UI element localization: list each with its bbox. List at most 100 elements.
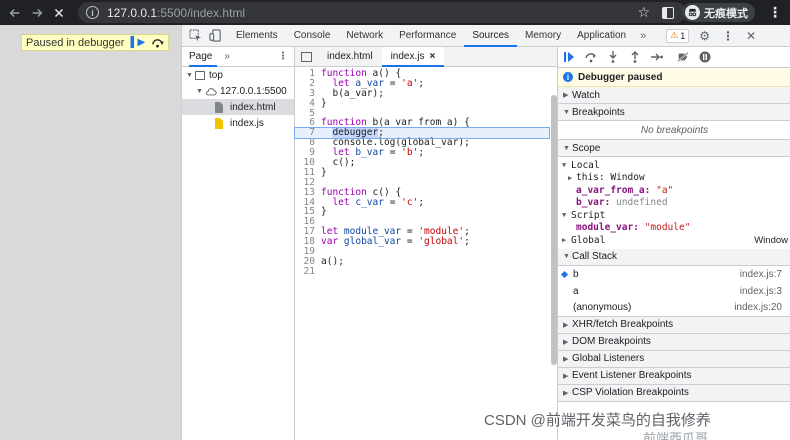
line-number[interactable]: 2 [295, 78, 321, 89]
scope-a-var-from-a[interactable]: a_var_from_a: "a" [558, 184, 790, 197]
device-toolbar-icon[interactable] [209, 29, 222, 42]
tree-item-index-html[interactable]: index.html [182, 99, 294, 115]
code-area[interactable]: 1 function a() {2 let a_var = 'a'; 3 b(a_v… [294, 69, 550, 277]
editor-tab-index-html[interactable]: index.html [318, 47, 382, 67]
step-over-button[interactable] [585, 51, 597, 63]
scope-b-var[interactable]: b_var: undefined [558, 197, 790, 210]
code-line[interactable]: 11} [295, 167, 549, 178]
author-watermark: 前端西瓜哥 [643, 431, 709, 440]
more-tabs-button[interactable]: » [634, 30, 652, 42]
scope-script[interactable]: ▼ Script [558, 209, 790, 222]
line-number[interactable]: 8 [295, 138, 321, 148]
address-bar[interactable]: i 127.0.0.1:5500/index.html ☆ [78, 2, 686, 23]
editor-tab-index-js[interactable]: index.js × [381, 46, 445, 67]
code-line[interactable]: 3 b(a_var); [295, 88, 549, 99]
file-navigator: Page » ⋮ ▼ top ▼ 127.0.0.1:5500 index.ht… [182, 47, 295, 440]
step-button[interactable] [651, 51, 663, 63]
side-panel-icon[interactable] [662, 6, 674, 19]
tree-item-index-js[interactable]: index.js [182, 115, 294, 131]
dom-breakpoints-pane-header[interactable]: ▶ DOM Breakpoints [558, 333, 790, 351]
scope-global[interactable]: ▶ Global Window [558, 234, 790, 247]
scope-label: Script [571, 209, 606, 221]
expanded-arrow-icon: ▼ [563, 108, 570, 116]
tab-page[interactable]: Page [189, 47, 218, 67]
tab-sources[interactable]: Sources [464, 25, 518, 47]
call-frame-a[interactable]: a index.js:3 [558, 283, 790, 300]
tab-network[interactable]: Network [338, 25, 391, 47]
breakpoints-pane-header[interactable]: ▼ Breakpoints [558, 104, 790, 121]
toggle-navigator-icon[interactable] [301, 51, 312, 62]
global-listeners-pane-header[interactable]: ▶ Global Listeners [558, 350, 790, 368]
scope-module-var[interactable]: module_var: "module" [558, 222, 790, 235]
tab-elements[interactable]: Elements [228, 25, 286, 47]
code-line[interactable]: 21 [295, 266, 549, 277]
step-into-button[interactable] [607, 51, 619, 63]
tree-item-origin[interactable]: ▼ 127.0.0.1:5500 [182, 83, 294, 99]
xhr-breakpoints-pane-header[interactable]: ▶ XHR/fetch Breakpoints [558, 316, 790, 334]
code-line[interactable]: 4} [295, 98, 549, 109]
incognito-indicator[interactable]: 无痕模式 [682, 3, 755, 22]
tab-performance[interactable]: Performance [391, 25, 464, 47]
code-line[interactable]: 18 var global_var = 'global'; [295, 237, 549, 247]
step-out-button[interactable] [629, 51, 641, 63]
line-number[interactable]: 5 [295, 108, 321, 119]
call-stack-pane-header[interactable]: ▼ Call Stack [558, 248, 790, 266]
scope-value: undefined [616, 197, 668, 209]
watch-pane-header[interactable]: ▶ Watch [558, 87, 790, 104]
line-number[interactable]: 1 [295, 69, 321, 79]
arrow-right-icon [32, 8, 43, 17]
line-number[interactable]: 4 [295, 98, 321, 109]
browser-menu-icon[interactable]: ⋮ [768, 4, 782, 20]
arrow-left-icon [9, 8, 20, 17]
cloud-icon [205, 87, 217, 95]
call-frame-b[interactable]: b index.js:7 [558, 266, 790, 283]
scope-tree: ▼ Local ▶ this: Window a_var_from_a: "a" b… [558, 157, 790, 247]
page-viewport: Paused in debugger ▌▶ [0, 25, 181, 440]
site-info-icon[interactable]: i [86, 6, 99, 19]
line-number[interactable]: 6 [295, 118, 321, 128]
issues-badge[interactable]: ⚠ 1 [666, 28, 690, 43]
pane-title: Breakpoints [572, 106, 625, 118]
code-line[interactable]: 20 a(); [295, 256, 549, 267]
deactivate-breakpoints-button[interactable] [677, 51, 689, 63]
settings-gear-icon[interactable]: ⚙ [699, 29, 710, 43]
tab-console[interactable]: Console [286, 25, 339, 47]
devtools-menu-icon[interactable]: ⋮ [722, 29, 734, 43]
scope-this[interactable]: ▶ this: Window [558, 172, 790, 185]
scope-local[interactable]: ▼ Local [558, 159, 790, 172]
editor-scrollbar[interactable] [551, 95, 557, 365]
code-line[interactable]: 14 let c_var = 'c'; [295, 197, 549, 208]
frame-location[interactable]: index.js:7 [740, 269, 782, 280]
tab-application[interactable]: Application [569, 25, 634, 47]
tab-memory[interactable]: Memory [517, 25, 569, 47]
pause-on-exceptions-button[interactable] [699, 51, 711, 63]
resume-icon[interactable]: ▌▶ [130, 37, 145, 48]
code-line[interactable]: 15} [295, 207, 549, 217]
scope-key: b_var: [576, 197, 611, 209]
navigator-menu-icon[interactable]: ⋮ [278, 51, 288, 62]
inspect-element-icon[interactable] [189, 29, 202, 42]
bookmark-star-icon[interactable]: ☆ [637, 4, 650, 21]
line-number[interactable]: 3 [295, 88, 321, 99]
step-over-icon[interactable] [151, 37, 165, 48]
back-button[interactable] [4, 2, 26, 24]
frame-location[interactable]: index.js:20 [734, 302, 782, 313]
stop-button[interactable] [48, 2, 70, 24]
close-devtools-icon[interactable]: ✕ [746, 29, 756, 43]
line-number[interactable]: 7 [295, 128, 321, 138]
resume-button[interactable] [563, 51, 575, 63]
navigator-more-button[interactable]: » [224, 51, 230, 62]
call-frame-anonymous[interactable]: (anonymous) index.js:20 [558, 300, 790, 317]
forward-button[interactable] [26, 2, 48, 24]
line-number[interactable]: 21 [295, 266, 321, 277]
frame-location[interactable]: index.js:3 [740, 286, 782, 297]
close-tab-icon[interactable]: × [429, 51, 435, 62]
csp-violation-breakpoints-pane-header[interactable]: ▶ CSP Violation Breakpoints [558, 384, 790, 402]
scope-pane-header[interactable]: ▼ Scope [558, 140, 790, 157]
code-line[interactable]: 10 c(); [295, 158, 549, 168]
debugger-paused-banner: i Debugger paused [558, 68, 790, 87]
tree-item-top[interactable]: ▼ top [182, 67, 294, 83]
browser-toolbar: i 127.0.0.1:5500/index.html ☆ 无痕模式 ⋮ [0, 0, 790, 25]
event-listener-breakpoints-pane-header[interactable]: ▶ Event Listener Breakpoints [558, 367, 790, 385]
pane-title: Watch [572, 89, 600, 101]
